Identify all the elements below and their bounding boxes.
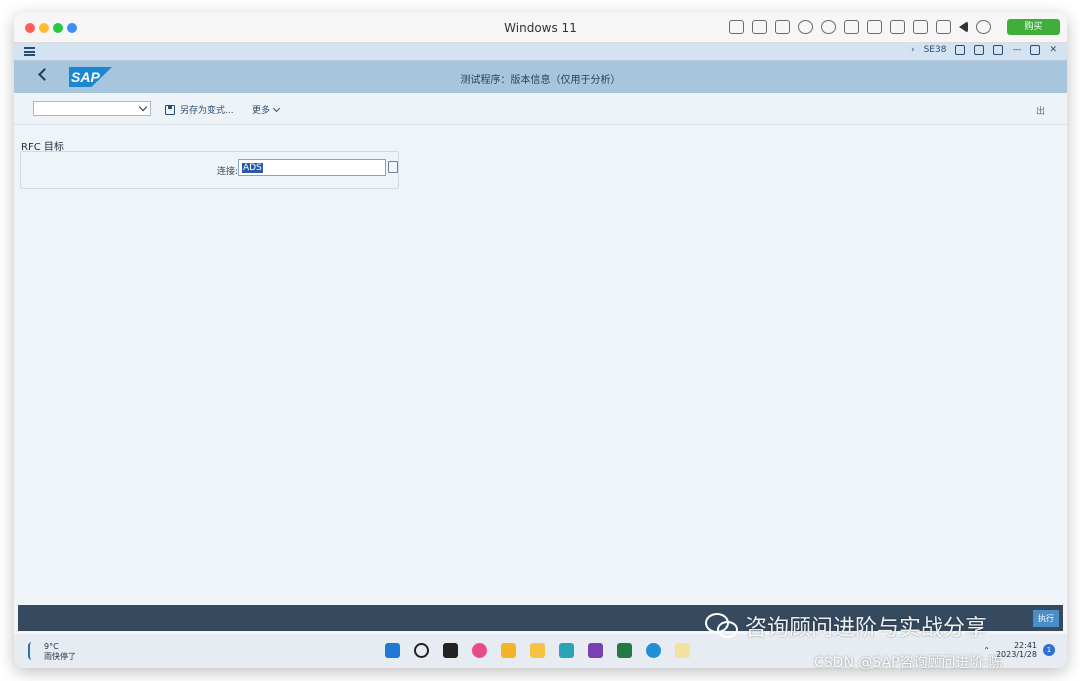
- network-icon[interactable]: [821, 20, 836, 34]
- more-menu-button[interactable]: 更多: [252, 103, 281, 116]
- lock-icon[interactable]: [993, 45, 1004, 55]
- value-help-icon[interactable]: [388, 161, 398, 173]
- start-icon[interactable]: [385, 643, 400, 658]
- execute-tcode-icon[interactable]: [955, 45, 966, 55]
- screen-icon[interactable]: [936, 20, 951, 34]
- weather-icon: [28, 642, 36, 660]
- connection-value: ADS: [242, 163, 263, 173]
- chrome-icon[interactable]: [472, 643, 487, 658]
- selection-screen: RFC 目标 连接: ADS: [14, 125, 1067, 605]
- notification-badge[interactable]: 1: [1043, 644, 1055, 656]
- menu-icon[interactable]: [24, 47, 35, 56]
- rfc-group-box: 连接: ADS: [20, 151, 399, 189]
- buy-button[interactable]: 购买: [1007, 19, 1060, 35]
- restore-sap-icon[interactable]: [1030, 45, 1041, 55]
- task-view-icon[interactable]: [443, 643, 458, 658]
- video-icon[interactable]: [913, 20, 928, 34]
- watermark-line1: 咨询顾问进阶与实战分享: [745, 616, 988, 641]
- more-label: 更多: [252, 106, 271, 116]
- system-toolbar-right: › SE38 — ✕: [911, 45, 1057, 55]
- camera-off-icon[interactable]: [798, 20, 813, 34]
- magnifier-icon[interactable]: [675, 643, 690, 658]
- sap-shell-header: SAP 测试程序：版本信息（仅用于分析）: [14, 61, 1067, 93]
- onenote-icon[interactable]: [588, 643, 603, 658]
- taskbar-apps: [385, 643, 690, 658]
- chevron-down-icon: [272, 104, 281, 112]
- weather-desc: 雨快停了: [44, 652, 76, 661]
- excel-icon[interactable]: [617, 643, 632, 658]
- save-as-variant-label: 另存为变式...: [180, 106, 234, 116]
- layout-icon[interactable]: [974, 45, 985, 55]
- microphone-icon[interactable]: [867, 20, 882, 34]
- save-as-variant-button[interactable]: 另存为变式...: [165, 103, 234, 116]
- weather-temp: 9°C: [44, 642, 59, 651]
- watermark-csdn: CSDN @SAP咨询顾问进阶-陈: [814, 655, 1003, 671]
- keyboard-icon[interactable]: [729, 20, 744, 34]
- app-window: Windows 11 购买 › SE38 — ✕ SAP 测试程序：版本信息（仅…: [14, 12, 1067, 668]
- file-explorer-icon[interactable]: [530, 643, 545, 658]
- exit-button[interactable]: 出: [1036, 104, 1045, 117]
- usb-icon[interactable]: [775, 20, 790, 34]
- connection-input[interactable]: ADS: [238, 159, 386, 176]
- search-icon[interactable]: [414, 643, 429, 658]
- chevron-right-icon[interactable]: ›: [911, 45, 915, 55]
- tcode-field[interactable]: SE38: [924, 45, 947, 55]
- remote-icon[interactable]: [559, 643, 574, 658]
- page-title: 测试程序：版本信息（仅用于分析）: [460, 75, 621, 86]
- clock-time: 22:41: [1013, 641, 1037, 650]
- sap-gui-icon[interactable]: [501, 643, 516, 658]
- application-toolbar: 另存为变式... 更多 出: [14, 93, 1067, 125]
- vm-toolbar: [729, 20, 991, 34]
- edge-icon[interactable]: [646, 643, 661, 658]
- gear-icon[interactable]: [976, 20, 991, 34]
- wechat-icon: [705, 613, 739, 639]
- variant-select[interactable]: [33, 101, 151, 116]
- save-icon: [165, 104, 175, 115]
- sap-system-toolbar: › SE38 — ✕: [14, 43, 1067, 61]
- weather-widget[interactable]: 9°C 雨快停了: [28, 642, 76, 662]
- connection-label: 连接:: [217, 167, 239, 177]
- chevron-down-icon: [138, 102, 148, 112]
- execute-button[interactable]: 执行: [1033, 610, 1059, 627]
- watermark-wechat: 咨询顾问进阶与实战分享: [705, 610, 987, 642]
- speaker-icon[interactable]: [844, 20, 859, 34]
- close-sap-icon[interactable]: ✕: [1049, 45, 1057, 55]
- drive-icon[interactable]: [890, 20, 905, 34]
- back-arrow-icon[interactable]: [959, 21, 968, 33]
- minimize-sap-icon[interactable]: —: [1012, 45, 1021, 55]
- cpu-icon[interactable]: [752, 20, 767, 34]
- window-titlebar: Windows 11 购买: [14, 12, 1067, 43]
